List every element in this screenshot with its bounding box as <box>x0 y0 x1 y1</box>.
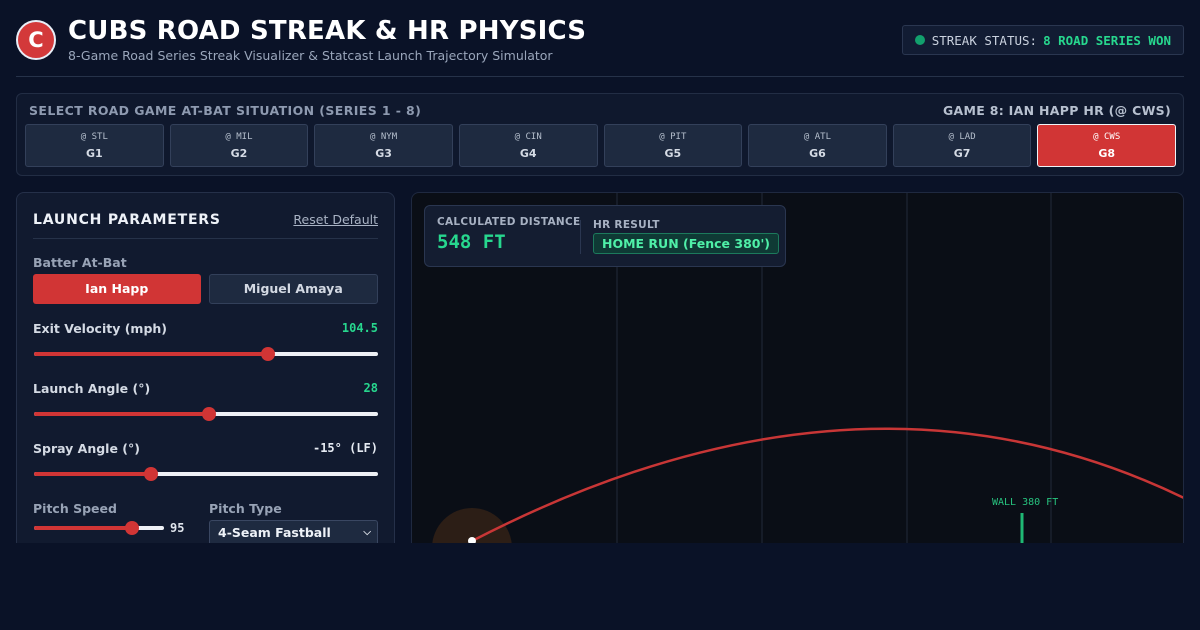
game-opponent: @ PIT <box>659 132 687 142</box>
batter-label: Batter At-Bat <box>33 255 127 270</box>
game-number: G1 <box>85 147 103 160</box>
pitch-type-value: 4-Seam Fastball <box>218 525 331 540</box>
slider-fill <box>34 352 268 356</box>
app-header: C CUBS ROAD STREAK & HR PHYSICS 8-Game R… <box>16 14 1184 77</box>
launch-angle-value: 28 <box>363 381 378 395</box>
status-dot-icon <box>914 35 925 45</box>
panel-title: LAUNCH PARAMETERS <box>33 212 221 228</box>
game-opponent: @ LAD <box>948 132 976 142</box>
slider-thumb[interactable] <box>143 467 158 481</box>
game-opponent: @ ATL <box>803 132 831 142</box>
spray-angle-slider[interactable] <box>34 467 378 481</box>
distance-readout: CALCULATED DISTANCE 548 FT HR RESULT HOM… <box>424 205 786 267</box>
trajectory-field: WALL 380 FT CALCULATED DISTANCE 548 FT H… <box>411 192 1184 592</box>
exit-velocity-label: Exit Velocity (mph) <box>33 321 168 336</box>
game-number: G6 <box>809 147 826 160</box>
batter-button-ian-happ[interactable]: Ian Happ <box>33 274 201 304</box>
slider-fill <box>34 412 210 416</box>
game-button-g4[interactable]: @ CIN G4 <box>458 124 598 167</box>
game-button-row: @ STL G1 @ MIL G2 @ NYM G3 @ CIN G4 @ PIT G5 … <box>25 124 1176 167</box>
game-opponent: @ MIL <box>225 132 253 142</box>
game-number: G4 <box>519 147 537 160</box>
game-button-g2[interactable]: @ MIL G2 <box>169 124 309 167</box>
readout-divider <box>580 220 581 254</box>
streak-status-value: 8 ROAD SERIES WON <box>1043 32 1171 48</box>
page-subtitle: 8-Game Road Series Streak Visualizer & S… <box>68 48 553 63</box>
slider-thumb[interactable] <box>202 407 217 421</box>
game-button-g7[interactable]: @ LAD G7 <box>892 124 1032 167</box>
launch-parameters-panel: LAUNCH PARAMETERS Reset Default Batter A… <box>16 192 395 592</box>
reset-default-link[interactable]: Reset Default <box>293 212 378 227</box>
spray-angle-value: -15° (LF) <box>312 441 378 455</box>
panel-divider <box>33 238 378 239</box>
slider-thumb[interactable] <box>124 521 139 535</box>
game-button-g1[interactable]: @ STL G1 <box>25 124 164 167</box>
slider-fill <box>34 526 132 530</box>
game-button-g5[interactable]: @ PIT G5 <box>603 124 743 167</box>
exit-velocity-value: 104.5 <box>341 321 378 335</box>
game-number: G5 <box>664 147 682 160</box>
exit-velocity-slider[interactable] <box>34 347 378 361</box>
game-number: G3 <box>375 147 392 160</box>
streak-status-label: STREAK STATUS: <box>931 32 1038 48</box>
hr-result-badge: HOME RUN (Fence 380') <box>593 233 779 254</box>
game-number: G2 <box>230 147 248 160</box>
batter-button-miguel-amaya[interactable]: Miguel Amaya <box>208 274 378 304</box>
game-button-g8[interactable]: @ CWS G8 <box>1037 124 1176 167</box>
launch-angle-slider[interactable] <box>34 407 378 421</box>
pitch-speed-slider[interactable] <box>34 521 164 535</box>
slider-thumb[interactable] <box>260 347 275 361</box>
cubs-logo: C <box>16 20 56 60</box>
pitch-speed-label: Pitch Speed <box>33 501 117 516</box>
game-number: G7 <box>953 147 971 160</box>
game-button-g6[interactable]: @ ATL G6 <box>748 124 887 167</box>
chevron-down-icon: ⌵ <box>363 527 371 538</box>
game-button-g3[interactable]: @ NYM G3 <box>314 124 453 167</box>
hr-result-label: HR RESULT <box>593 219 660 231</box>
viewport-cutoff <box>0 543 1200 630</box>
pitch-speed-value: 95 <box>170 521 185 535</box>
pitch-type-label: Pitch Type <box>209 501 282 516</box>
streak-status-badge: STREAK STATUS: 8 ROAD SERIES WON <box>901 25 1184 55</box>
distance-value: 548 FT <box>437 231 506 253</box>
slider-fill <box>34 472 151 476</box>
game-opponent: @ STL <box>80 132 108 142</box>
game-selector: SELECT ROAD GAME AT-BAT SITUATION (SERIE… <box>16 93 1184 176</box>
spray-angle-label: Spray Angle (°) <box>33 441 140 456</box>
ball-trajectory <box>471 427 1183 543</box>
page-title: CUBS ROAD STREAK & HR PHYSICS <box>68 16 587 46</box>
launch-angle-label: Launch Angle (°) <box>33 381 151 396</box>
game-opponent: @ CIN <box>514 132 542 142</box>
current-game-label: GAME 8: IAN HAPP HR (@ CWS) <box>942 103 1171 118</box>
game-number: G8 <box>1098 147 1116 160</box>
game-selector-label: SELECT ROAD GAME AT-BAT SITUATION (SERIE… <box>29 103 422 118</box>
game-opponent: @ CWS <box>1093 132 1121 142</box>
game-opponent: @ NYM <box>370 132 398 142</box>
batter-toggle: Ian Happ Miguel Amaya <box>33 274 378 304</box>
distance-label: CALCULATED DISTANCE <box>437 216 581 228</box>
wall-distance-label: WALL 380 FT <box>992 497 1059 508</box>
